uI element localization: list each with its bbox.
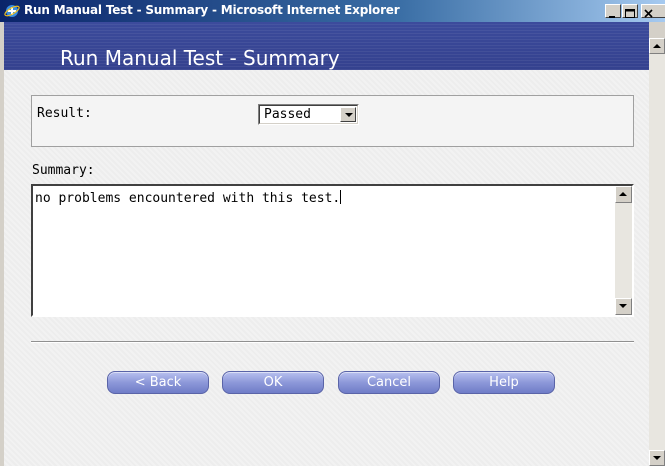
arrow-up-icon xyxy=(653,44,661,48)
minimize-icon xyxy=(609,16,615,18)
help-button[interactable]: Help xyxy=(453,371,555,394)
scroll-down-button[interactable] xyxy=(649,450,665,466)
result-select[interactable]: Passed xyxy=(258,104,359,125)
dropdown-button[interactable] xyxy=(340,107,356,122)
scroll-up-button[interactable] xyxy=(649,38,665,54)
summary-scroll-up-button[interactable] xyxy=(615,186,632,203)
arrow-up-icon xyxy=(619,192,627,196)
dialog-header: Run Manual Test - Summary xyxy=(4,22,649,70)
page-scrollbar[interactable] xyxy=(649,38,665,466)
maximize-button[interactable] xyxy=(622,4,638,18)
minimize-button[interactable] xyxy=(605,4,621,18)
window-title: Run Manual Test - Summary - Microsoft In… xyxy=(24,3,400,17)
close-icon xyxy=(644,9,653,18)
summary-scroll-down-button[interactable] xyxy=(615,298,632,315)
chevron-down-icon xyxy=(345,113,353,117)
maximize-icon xyxy=(625,9,635,18)
result-label: Result: xyxy=(37,106,92,121)
summary-label: Summary: xyxy=(32,163,95,178)
cancel-button[interactable]: Cancel xyxy=(338,371,440,394)
page-title: Run Manual Test - Summary xyxy=(60,46,340,70)
summary-textarea[interactable]: no problems encountered with this test. xyxy=(31,184,634,317)
close-button[interactable] xyxy=(641,4,665,18)
title-bar[interactable]: Run Manual Test - Summary - Microsoft In… xyxy=(0,0,665,22)
ie-icon xyxy=(4,5,20,17)
result-select-value: Passed xyxy=(264,107,311,122)
arrow-down-icon xyxy=(653,456,661,460)
divider xyxy=(31,341,634,343)
browser-window: Run Manual Test - Summary - Microsoft In… xyxy=(0,0,665,466)
summary-scrollbar[interactable] xyxy=(615,186,632,315)
arrow-down-icon xyxy=(619,304,627,308)
back-button[interactable]: < Back xyxy=(107,371,209,394)
ok-button[interactable]: OK xyxy=(222,371,324,394)
text-caret xyxy=(340,190,342,204)
summary-text: no problems encountered with this test. xyxy=(35,191,341,206)
